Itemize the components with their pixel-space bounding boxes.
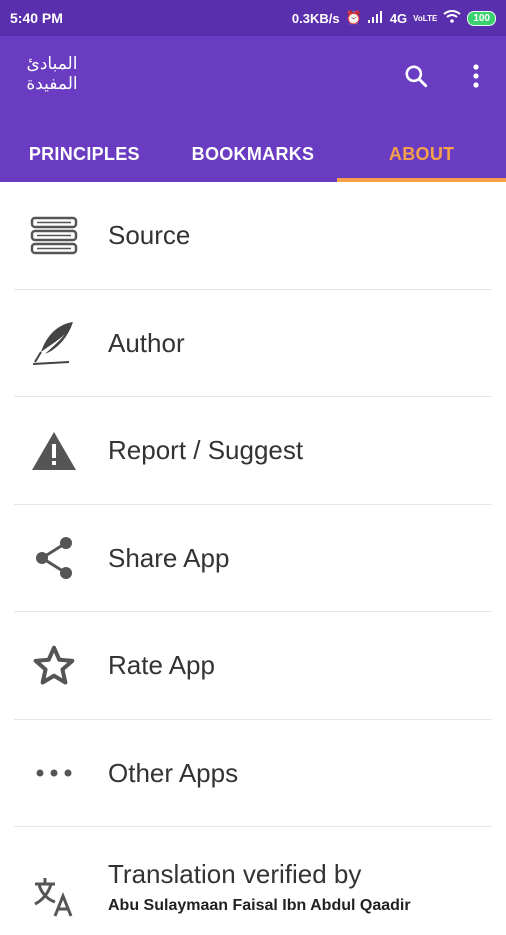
more-vert-icon xyxy=(473,64,479,88)
about-item-share[interactable]: Share App xyxy=(0,505,506,613)
tab-principles[interactable]: PRINCIPLES xyxy=(0,126,169,182)
about-item-translation[interactable]: Translation verified by Abu Sulaymaan Fa… xyxy=(0,827,506,935)
volte-badge: VoLTE xyxy=(413,13,438,23)
app-bar: المبادئ المفيدة PRINCIPLES BOOKMARKS ABO… xyxy=(0,36,506,182)
about-item-label: Source xyxy=(108,220,191,251)
books-icon xyxy=(26,208,82,264)
status-indicators: 0.3KB/s ⏰ 4G VoLTE 100 xyxy=(292,10,496,26)
about-item-label: Other Apps xyxy=(108,757,239,788)
app-logo: المبادئ المفيدة xyxy=(26,54,78,94)
signal-icon xyxy=(367,10,384,26)
wifi-icon xyxy=(443,10,461,26)
about-item-label: Share App xyxy=(108,542,230,573)
quill-icon xyxy=(26,315,82,371)
about-list: Source Author Report / Suggest Share App… xyxy=(0,182,506,935)
network-type: 4G xyxy=(389,10,408,26)
status-time: 5:40 PM xyxy=(10,10,63,26)
alarm-icon: ⏰ xyxy=(345,10,362,25)
more-horiz-icon xyxy=(26,745,82,801)
battery-indicator: 100 xyxy=(467,10,496,26)
about-item-report[interactable]: Report / Suggest xyxy=(0,397,506,505)
about-item-label: Rate App xyxy=(108,650,215,681)
search-icon xyxy=(405,65,428,88)
warning-icon xyxy=(26,423,82,479)
about-item-source[interactable]: Source xyxy=(0,182,506,290)
net-speed: 0.3KB/s xyxy=(291,10,340,26)
status-bar: 5:40 PM 0.3KB/s ⏰ 4G VoLTE 100 xyxy=(0,0,506,36)
translate-icon xyxy=(26,867,82,923)
search-button[interactable] xyxy=(400,60,432,92)
share-icon xyxy=(26,530,82,586)
about-item-label: Translation verified by xyxy=(108,859,362,889)
tab-bar: PRINCIPLES BOOKMARKS ABOUT xyxy=(0,126,506,182)
tab-bookmarks[interactable]: BOOKMARKS xyxy=(169,126,338,182)
about-item-label: Author xyxy=(108,327,185,358)
overflow-menu-button[interactable] xyxy=(460,60,492,92)
about-item-author[interactable]: Author xyxy=(0,290,506,398)
star-icon xyxy=(26,638,82,694)
about-item-label: Report / Suggest xyxy=(108,435,304,466)
tab-about[interactable]: ABOUT xyxy=(337,126,506,182)
about-item-rate[interactable]: Rate App xyxy=(0,612,506,720)
about-item-other-apps[interactable]: Other Apps xyxy=(0,720,506,828)
